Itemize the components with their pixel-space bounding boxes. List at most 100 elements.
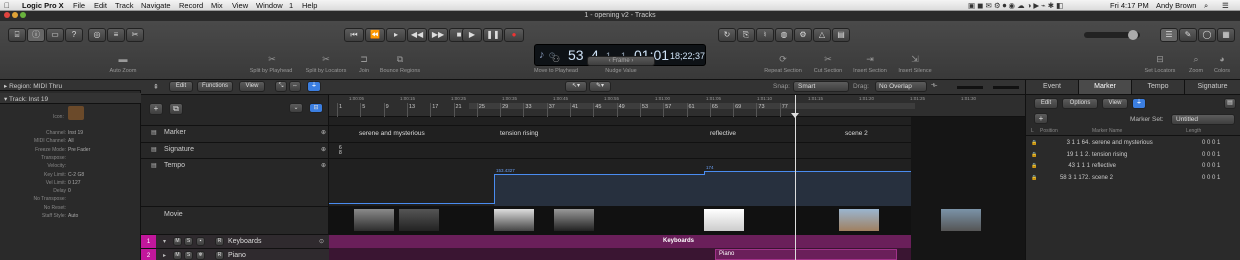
editors-button[interactable]: ✂ xyxy=(126,28,144,42)
functions-menu[interactable]: Functions xyxy=(197,81,233,92)
fast-forward-button[interactable]: ▶▶ xyxy=(428,28,448,42)
toolbar-button[interactable]: ▭ xyxy=(46,28,64,42)
edit-menu[interactable]: Edit xyxy=(169,81,193,92)
marker-list-row[interactable]: 🔒 43 1 1 1 reflective 0 0 0 1 xyxy=(1026,161,1240,172)
menu-1[interactable]: 1 xyxy=(289,1,293,10)
inspector-button[interactable]: ⓘ xyxy=(27,28,45,42)
pause-button[interactable]: ❚❚ xyxy=(483,28,503,42)
pencil-tool-menu[interactable]: ✎▾ xyxy=(589,81,611,92)
movie-lane[interactable] xyxy=(329,206,981,234)
zoom-window-button[interactable] xyxy=(20,12,26,18)
signature-lane[interactable]: 6 8 xyxy=(329,142,911,158)
tempo-lane[interactable]: 200 180 160 120 70 153.4327 174 xyxy=(329,158,911,207)
region-piano[interactable]: Piano xyxy=(715,249,897,260)
freeze-button[interactable]: ❄ xyxy=(196,251,205,260)
cut-section-icon[interactable]: ✂ xyxy=(818,54,838,65)
global-tracks-menu[interactable]: ⌄ xyxy=(289,103,303,113)
region-button[interactable]: R xyxy=(215,251,224,260)
library-button[interactable]: ⌸ xyxy=(8,28,26,42)
marker-edit-menu[interactable]: Edit xyxy=(1034,98,1058,109)
rewind-button[interactable]: ◀◀ xyxy=(407,28,427,42)
cycle-button[interactable]: ↻ xyxy=(718,28,736,42)
menu-edit[interactable]: Edit xyxy=(94,1,107,10)
metronome-button[interactable]: △ xyxy=(813,28,831,42)
marker-name[interactable]: tension rising xyxy=(1092,152,1127,158)
save-button[interactable]: ▤ xyxy=(832,28,850,42)
signature-track-header[interactable]: ▤ Signature ⊕ xyxy=(141,142,329,158)
inspector-row-value[interactable]: All xyxy=(68,138,74,144)
split-playhead-icon[interactable]: ✂ xyxy=(262,54,282,65)
auto-zoom-icon[interactable]: ▬ xyxy=(113,54,133,64)
back-icon[interactable]: ⇞ xyxy=(153,83,159,91)
tab-marker[interactable]: Marker xyxy=(1079,80,1132,94)
zoom-icon[interactable]: ⌕ xyxy=(1186,54,1206,65)
solo-button[interactable]: ◍ xyxy=(775,28,793,42)
lock-icon[interactable]: 🔒 xyxy=(1031,163,1037,169)
menubar-clock[interactable]: Fri 4:17 PM xyxy=(1110,1,1149,10)
loop-browser-button[interactable]: ◯ xyxy=(1198,28,1216,42)
set-locators-icon[interactable]: ⊟ xyxy=(1150,54,1170,65)
close-window-button[interactable] xyxy=(4,12,10,18)
marker-position[interactable]: 43 1 1 1 xyxy=(1040,163,1090,169)
solo-button[interactable]: S xyxy=(184,251,193,260)
play-button[interactable]: ▶ xyxy=(462,28,482,42)
global-tracks-toggle[interactable]: ⊟ xyxy=(309,103,323,113)
track-row-1[interactable]: 1 ▾ M S ▪ R Keyboards ⊙ xyxy=(141,234,329,249)
track-name[interactable]: Keyboards xyxy=(228,238,261,245)
col-position[interactable]: Position xyxy=(1040,128,1058,134)
marker-name[interactable]: reflective xyxy=(1092,163,1116,169)
replace-button[interactable]: ⎘ xyxy=(737,28,755,42)
nudge-value-selector[interactable]: ‹ Frame › xyxy=(587,56,655,66)
movie-track-header[interactable]: Movie xyxy=(141,206,329,234)
lock-icon[interactable]: 🔒 xyxy=(1031,140,1037,146)
mute-button[interactable]: M xyxy=(173,251,182,260)
disclosure-icon[interactable]: ▸ xyxy=(163,252,166,259)
tempo-add-icon[interactable]: ⊕ xyxy=(321,162,326,169)
marker-add-icon[interactable]: ⊕ xyxy=(321,129,326,136)
region-keyboards[interactable]: Keyboards xyxy=(329,235,911,248)
colors-icon[interactable]: ◕ xyxy=(1212,54,1232,64)
region-button[interactable]: R xyxy=(215,237,224,246)
track-row-2[interactable]: 2 ▸ M S ❄ R Piano xyxy=(141,248,329,260)
marker-tension[interactable]: tension rising xyxy=(500,130,538,137)
menu-record[interactable]: Record xyxy=(179,1,203,10)
inspector-row-value[interactable]: 0 127 xyxy=(68,180,81,186)
record-button[interactable]: ● xyxy=(504,28,524,42)
marker-options-menu[interactable]: Options xyxy=(1062,98,1098,109)
record-enable-button[interactable]: ▪ xyxy=(196,237,205,246)
inspector-row-value[interactable]: Inst 19 xyxy=(68,130,83,136)
track-name[interactable]: Piano xyxy=(228,252,246,259)
filter-icon[interactable]: ⏚ xyxy=(307,81,321,92)
marker-list-row[interactable]: 🔒 19 1 1 2. tension rising 0 0 0 1 xyxy=(1026,150,1240,161)
mute-button[interactable]: M xyxy=(173,237,182,246)
marker-track-header[interactable]: ▤ Marker ⊕ xyxy=(141,125,329,142)
browser-button[interactable]: ▦ xyxy=(1217,28,1235,42)
marker-length[interactable]: 0 0 0 1 xyxy=(1202,163,1220,169)
region-header[interactable]: ▸ Region: MIDI Thru xyxy=(0,80,141,91)
notification-icon[interactable]: ☰ xyxy=(1222,1,1229,10)
lock-icon[interactable]: 🔒 xyxy=(1031,175,1037,181)
inspector-row-value[interactable]: C-2 G8 xyxy=(68,172,84,178)
list-editors-button[interactable]: ☰ xyxy=(1160,28,1178,42)
go-to-beginning-button[interactable]: ⏮ xyxy=(344,28,364,42)
marker-length[interactable]: 0 0 0 1 xyxy=(1202,152,1220,158)
signature-add-icon[interactable]: ⊕ xyxy=(321,146,326,153)
vertical-zoom-slider[interactable] xyxy=(957,86,983,89)
previous-marker-button[interactable]: ⏪ xyxy=(365,28,385,42)
marker-list-row[interactable]: 🔒 58 3 1 172. scene 2 0 0 0 1 xyxy=(1026,173,1240,184)
marker-list-options-icon[interactable]: ▤ xyxy=(1224,98,1236,109)
marker-length[interactable]: 0 0 0 1 xyxy=(1202,140,1220,146)
minimize-window-button[interactable] xyxy=(12,12,18,18)
mixer-button[interactable]: ≡ xyxy=(107,28,125,42)
catch-icon[interactable]: ⤡ xyxy=(275,81,287,92)
count-in-button[interactable]: ⚙ xyxy=(794,28,812,42)
menu-track[interactable]: Track xyxy=(115,1,133,10)
menu-file[interactable]: File xyxy=(73,1,85,10)
lock-icon[interactable]: 🔒 xyxy=(1031,152,1037,158)
tempo-track-header[interactable]: ▤ Tempo ⊕ xyxy=(141,158,329,206)
marker-name[interactable]: scene 2 xyxy=(1092,175,1113,181)
play-from-selection-button[interactable]: ▸ xyxy=(386,28,406,42)
master-volume-slider[interactable] xyxy=(1084,30,1140,40)
disclosure-icon[interactable]: ▾ xyxy=(163,238,166,245)
smart-controls-button[interactable]: ◎ xyxy=(88,28,106,42)
